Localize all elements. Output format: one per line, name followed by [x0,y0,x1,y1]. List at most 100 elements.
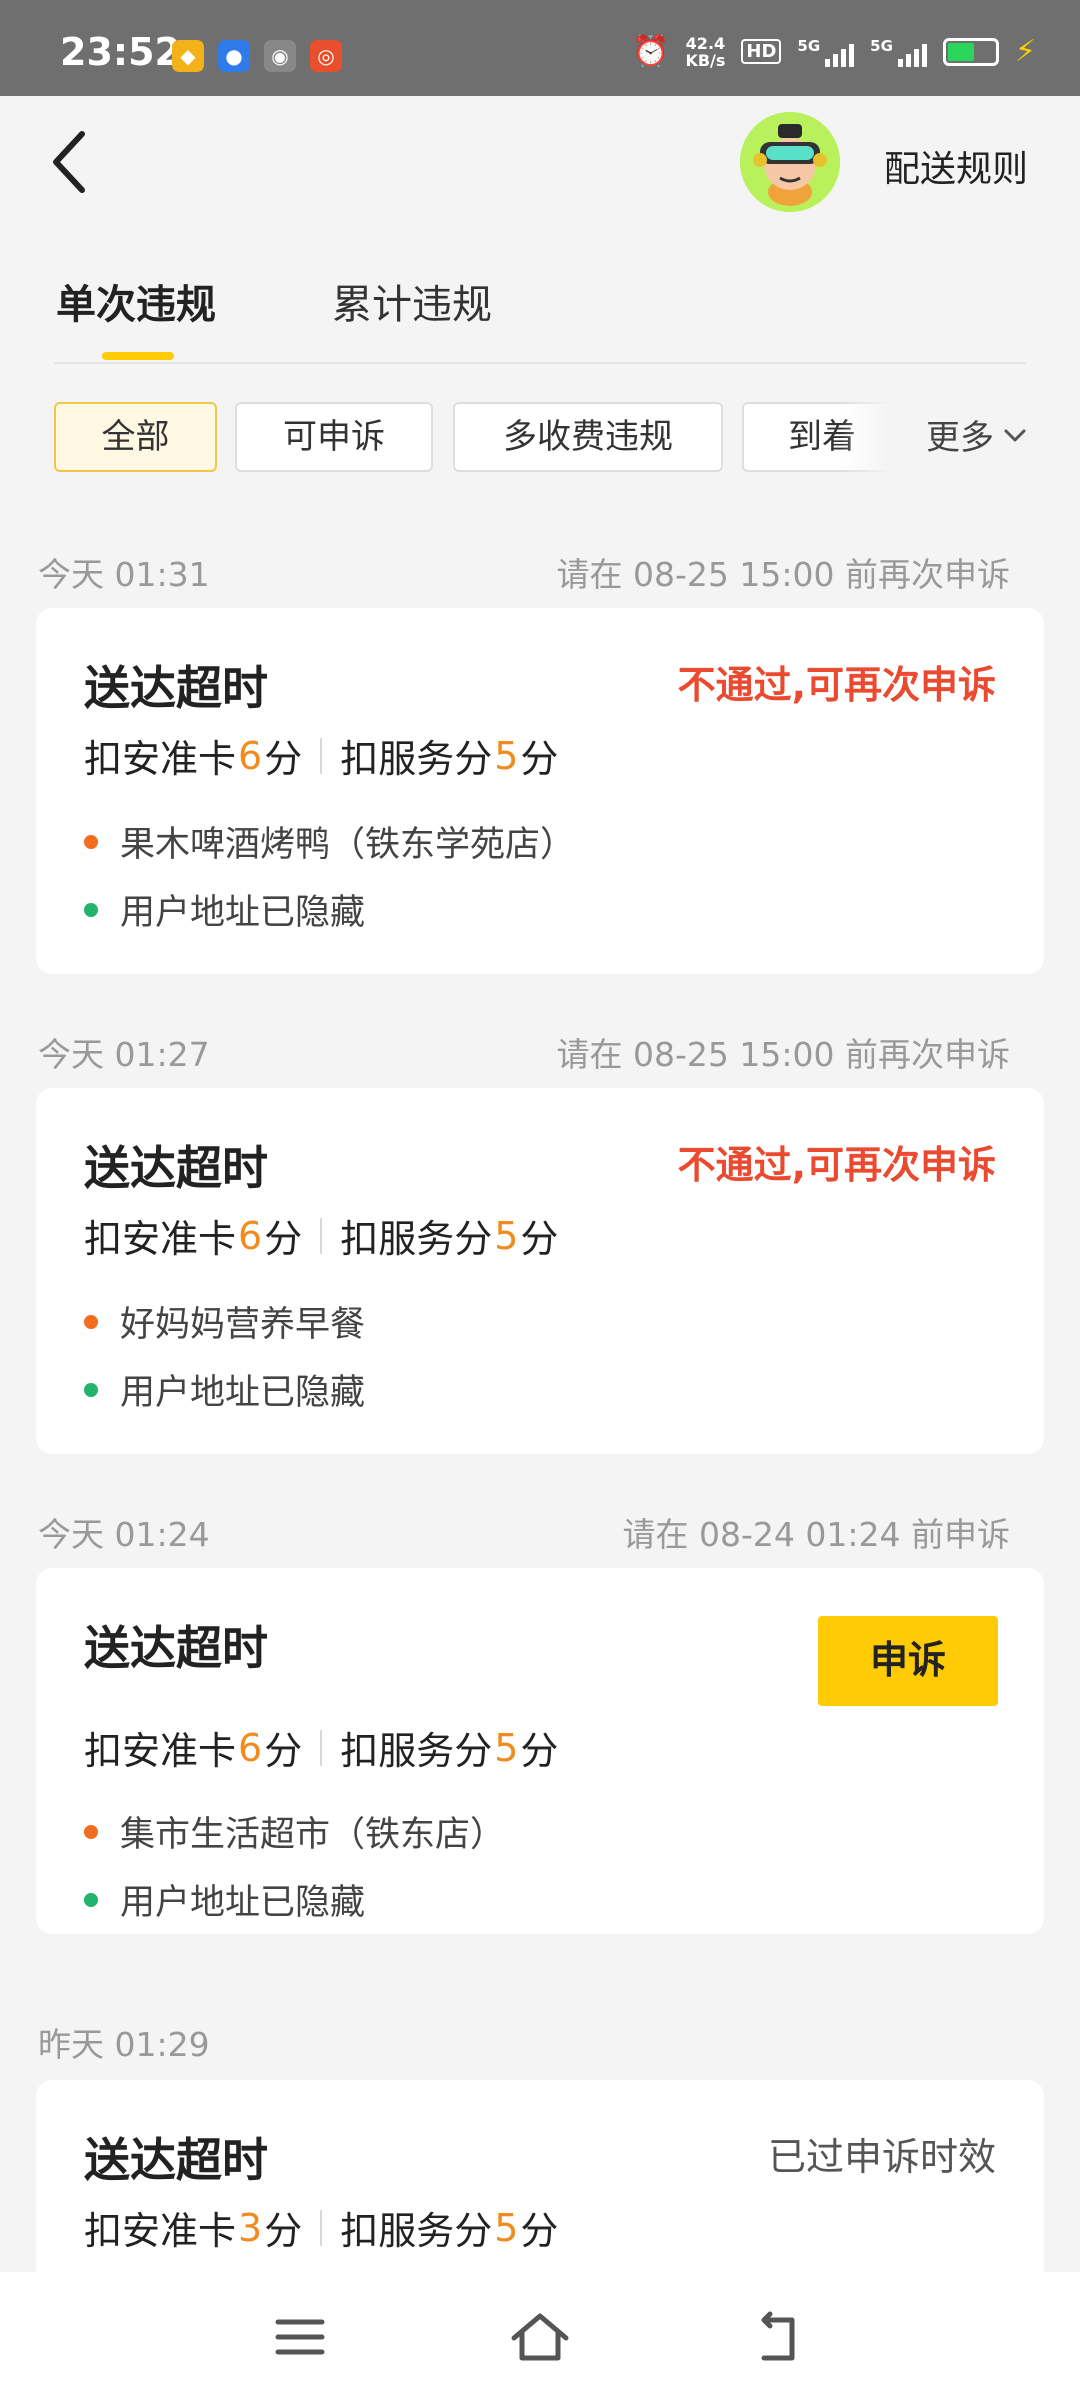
penalty-separator [320,1217,323,1254]
violation-card[interactable]: 送达超时 不通过,可再次申诉 扣安准卡 6 分 扣服务分 5 分 果木啤酒烤鸭（… [36,608,1044,974]
store-line: 果木啤酒烤鸭（铁东学苑店） [84,816,575,867]
signal-1-icon: 5G [797,36,855,67]
home-icon [511,2313,569,2361]
address-text: 用户地址已隐藏 [120,1883,366,1923]
filter-chip-appealable[interactable]: 可申诉 [235,402,433,472]
delivery-rules-link[interactable]: 配送规则 [884,140,1028,192]
filter-bar: 全部 可申诉 多收费违规 到着 更多 [0,400,1080,476]
tab-divider [54,362,1026,364]
penalty-number: 3 [238,2205,263,2250]
address-text: 用户地址已隐藏 [120,893,366,933]
active-tab-indicator [102,352,174,360]
more-label: 更多 [926,418,994,458]
penalty-label: 扣安准卡 [84,1217,237,1261]
penalty-line: 扣安准卡 6 分 扣服务分 5 分 [84,1720,558,1775]
weibo-icon: ◎ [310,40,342,72]
record-time: 今天 01:24 [38,1515,210,1554]
store-line: 集市生活超市（铁东店） [84,1806,505,1857]
penalty-separator [320,1729,323,1766]
penalty-label: 扣安准卡 [84,1729,237,1773]
back-button[interactable] [40,124,100,200]
penalty-number: 5 [494,2205,519,2250]
penalty-number: 5 [494,733,519,778]
penalty-unit: 分 [520,1217,559,1261]
penalty-label: 扣服务分 [340,1217,493,1261]
chevron-down-icon [1002,400,1028,476]
address-line: 用户地址已隐藏 [84,1874,365,1925]
system-nav-bar [0,2272,1080,2400]
penalty-line: 扣安准卡 6 分 扣服务分 5 分 [84,1208,558,1263]
assistant-avatar[interactable] [740,112,840,212]
address-dot-icon [84,1892,98,1907]
appeal-status: 已过申诉时效 [767,2135,996,2179]
appeal-button[interactable]: 申诉 [818,1616,998,1706]
penalty-number: 5 [494,1725,519,1770]
menu-icon [275,2319,325,2355]
record-time: 今天 01:27 [38,1035,210,1074]
appeal-status: 不通过,可再次申诉 [677,1143,996,1187]
penalty-separator [320,2209,323,2246]
penalty-unit: 分 [264,2209,303,2253]
speed-unit: KB/s [685,50,726,70]
app-icon-yellow: ◆ [172,40,204,72]
baidu-icon: ● [218,40,250,72]
penalty-unit: 分 [264,1217,303,1261]
filter-chip-overcharge[interactable]: 多收费违规 [453,402,723,472]
network-speed: 42.4 KB/s [685,35,725,69]
penalty-number: 6 [238,1213,263,1258]
appeal-deadline: 请在 08-25 15:00 前再次申诉 [556,555,1010,594]
address-line: 用户地址已隐藏 [84,884,365,935]
penalty-separator [320,737,323,774]
home-button[interactable] [500,2302,580,2372]
net-1-label: 5G [797,36,821,55]
store-name: 果木啤酒烤鸭（铁东学苑店） [120,825,576,865]
penalty-unit: 分 [264,737,303,781]
record-header: 今天 01:24 请在 08-24 01:24 前申诉 [0,1508,1080,1554]
violation-card[interactable]: 送达超时 申诉 扣安准卡 6 分 扣服务分 5 分 集市生活超市（铁东店） 用户… [36,1568,1044,1934]
penalty-line: 扣安准卡 3 分 扣服务分 5 分 [84,2200,558,2255]
tab-cumulative-violation[interactable]: 累计违规 [332,272,492,330]
violation-card[interactable]: 送达超时 不通过,可再次申诉 扣安准卡 6 分 扣服务分 5 分 好妈妈营养早餐… [36,1088,1044,1454]
penalty-label: 扣服务分 [340,1729,493,1773]
battery-icon [942,37,999,66]
alarm-icon: ⏰ [632,34,670,69]
violation-title: 送达超时 [84,1141,268,1195]
tab-single-violation[interactable]: 单次违规 [56,272,216,330]
violation-title: 送达超时 [84,1621,268,1675]
notification-icons: ◆ ● ◉ ◎ [172,40,342,72]
store-dot-icon [84,1824,98,1839]
clock: 23:52 [60,30,181,74]
recent-apps-button[interactable] [260,2302,340,2372]
appeal-deadline: 请在 08-24 01:24 前申诉 [622,1515,1010,1554]
charging-icon: ⚡ [1014,34,1036,69]
address-text: 用户地址已隐藏 [120,1373,366,1413]
penalty-unit: 分 [520,737,559,781]
robot-mascot-icon [740,112,840,212]
penalty-label: 扣服务分 [340,2209,493,2253]
penalty-line: 扣安准卡 6 分 扣服务分 5 分 [84,728,558,783]
filter-chip-all[interactable]: 全部 [54,402,217,472]
violation-title: 送达超时 [84,661,268,715]
penalty-unit: 分 [264,1729,303,1773]
record-header: 昨天 01:29 [0,2018,1080,2064]
address-dot-icon [84,1382,98,1397]
appeal-status: 不通过,可再次申诉 [677,663,996,707]
violation-title: 送达超时 [84,2133,268,2187]
address-dot-icon [84,902,98,917]
more-filters-button[interactable]: 更多 [886,400,1080,476]
hd-indicator: HD [741,39,782,64]
system-back-button[interactable] [740,2302,820,2372]
penalty-number: 5 [494,1213,519,1258]
filter-fade [842,400,890,476]
penalty-unit: 分 [520,2209,559,2253]
chevron-left-icon [53,131,85,193]
penalty-number: 6 [238,1725,263,1770]
record-time: 昨天 01:29 [38,2025,210,2064]
penalty-number: 6 [238,733,263,778]
address-line: 用户地址已隐藏 [84,1364,365,1415]
store-dot-icon [84,834,98,849]
store-dot-icon [84,1314,98,1329]
record-header: 今天 01:27 请在 08-25 15:00 前再次申诉 [0,1028,1080,1074]
back-icon [761,2311,795,2361]
status-bar: 23:52 ◆ ● ◉ ◎ ⏰ 42.4 KB/s HD 5G 5G ⚡ [0,0,1080,96]
